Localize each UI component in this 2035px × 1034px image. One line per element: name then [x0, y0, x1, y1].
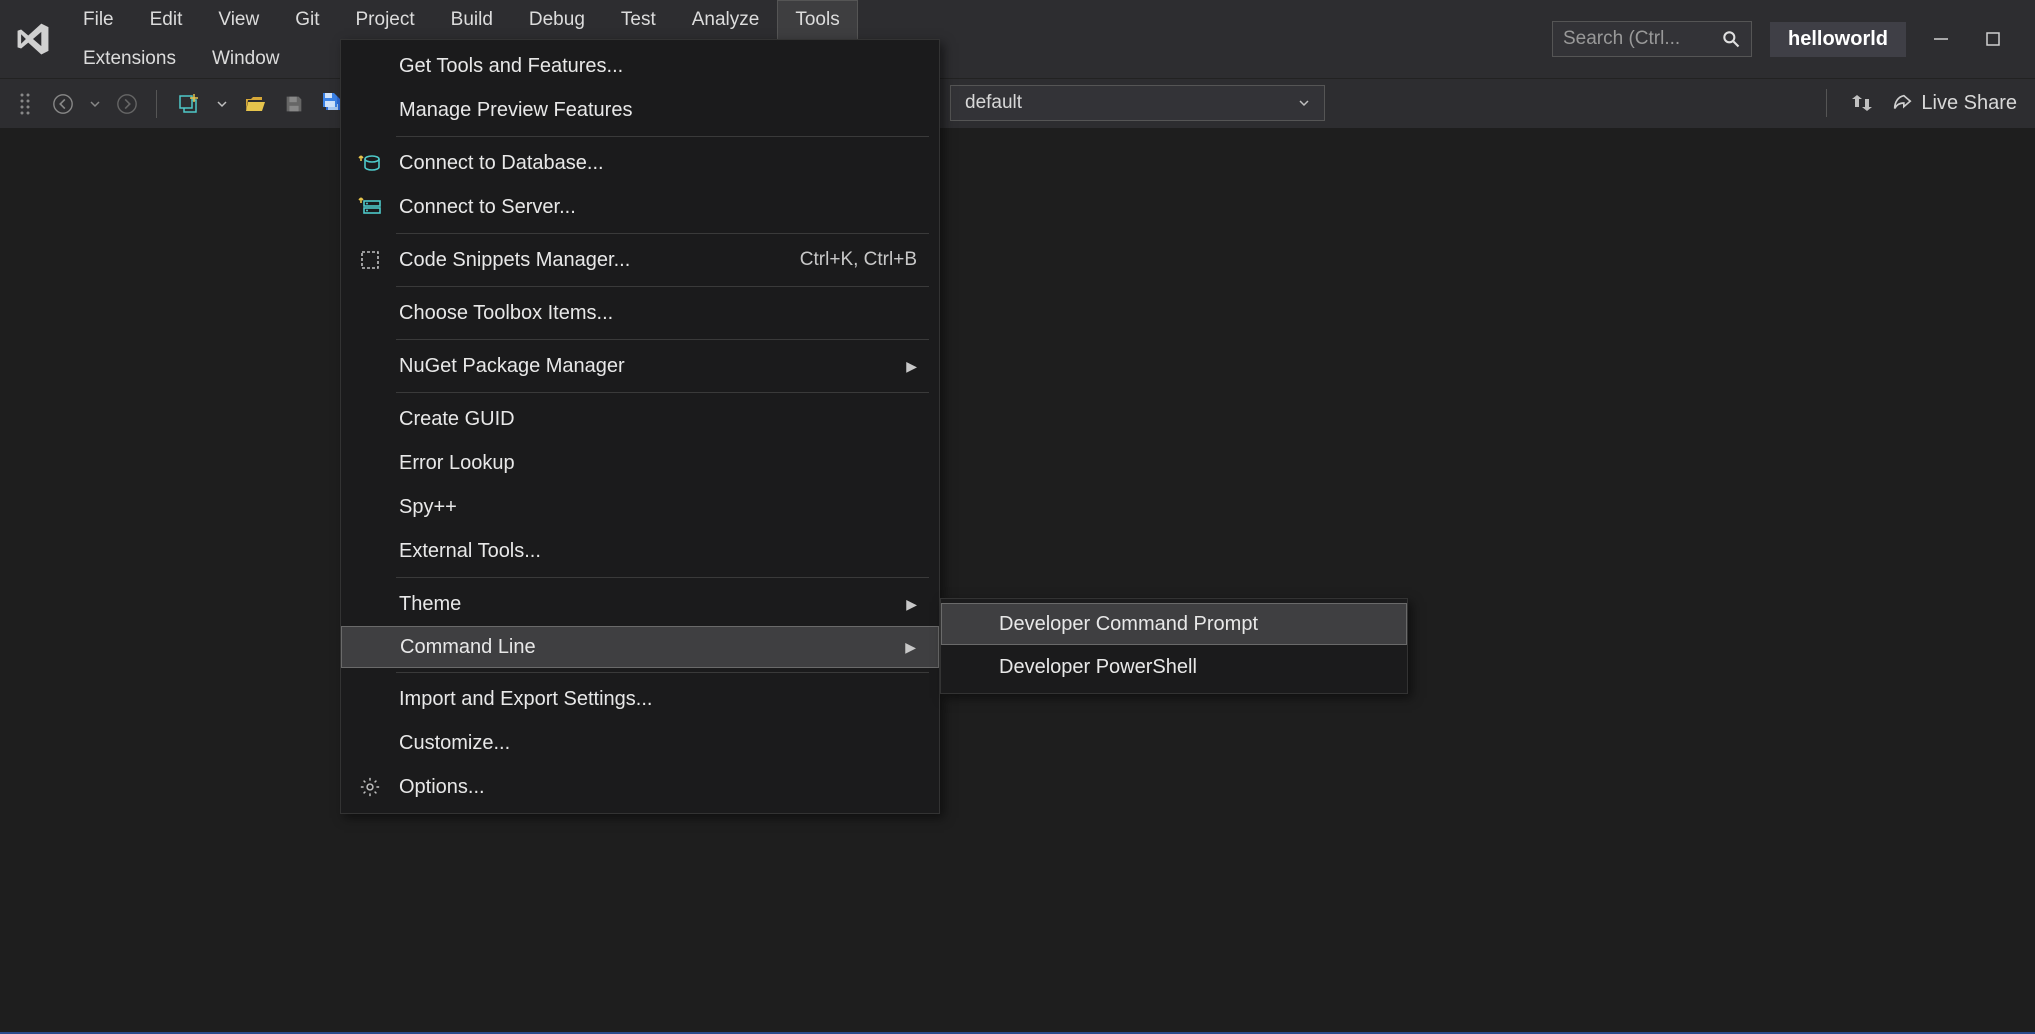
search-box[interactable]: Search (Ctrl... [1552, 21, 1752, 57]
visual-studio-icon [14, 20, 52, 58]
menu-item-label: Developer Command Prompt [999, 613, 1384, 636]
menu-item-label: External Tools... [399, 540, 917, 563]
chevron-down-icon [1298, 97, 1310, 109]
window-minimize-button[interactable] [1924, 22, 1958, 56]
menu-extensions[interactable]: Extensions [65, 39, 194, 78]
live-share-label: Live Share [1921, 92, 2017, 115]
live-share-button[interactable]: Live Share [1891, 92, 2017, 115]
server-icon [341, 195, 399, 219]
new-item-dropdown[interactable] [213, 86, 231, 122]
menu-item-label: Choose Toolbox Items... [399, 302, 917, 325]
solution-name[interactable]: helloworld [1770, 22, 1906, 57]
open-file-button[interactable] [239, 86, 271, 122]
toolbar-separator [1826, 89, 1827, 117]
editor-area [0, 128, 2035, 1034]
sync-icon[interactable] [1847, 85, 1877, 121]
menu-spy-plus-plus[interactable]: Spy++ [341, 485, 939, 529]
menu-item-label: Connect to Database... [399, 152, 917, 175]
live-share-icon [1891, 92, 1913, 114]
menu-get-tools-and-features[interactable]: Get Tools and Features... [341, 44, 939, 88]
menu-developer-command-prompt[interactable]: Developer Command Prompt [941, 603, 1407, 645]
menu-item-label: Import and Export Settings... [399, 688, 917, 711]
menubar-row-1: File Edit View Git Project Build Debug T… [65, 0, 1552, 39]
menu-item-label: Customize... [399, 732, 917, 755]
submenu-arrow-icon: ▶ [906, 358, 917, 375]
toolbar-separator [156, 90, 157, 118]
menu-developer-powershell[interactable]: Developer PowerShell [941, 645, 1407, 689]
save-button[interactable] [279, 86, 309, 122]
database-icon [341, 151, 399, 175]
menu-debug[interactable]: Debug [511, 0, 603, 39]
menu-item-label: Spy++ [399, 496, 917, 519]
menu-item-label: Code Snippets Manager... [399, 249, 800, 272]
menu-analyze[interactable]: Analyze [674, 0, 778, 39]
solution-config-value: default [965, 92, 1022, 114]
menu-view[interactable]: View [200, 0, 277, 39]
menu-theme[interactable]: Theme ▶ [341, 582, 939, 626]
menu-separator [396, 392, 929, 393]
menu-separator [396, 672, 929, 673]
titlebar-right: Search (Ctrl... helloworld [1552, 0, 2035, 78]
menu-item-label: Connect to Server... [399, 196, 917, 219]
menu-import-export-settings[interactable]: Import and Export Settings... [341, 677, 939, 721]
snippet-icon [341, 249, 399, 271]
menu-code-snippets-manager[interactable]: Code Snippets Manager... Ctrl+K, Ctrl+B [341, 238, 939, 282]
menu-item-label: Manage Preview Features [399, 99, 917, 122]
menu-separator [396, 577, 929, 578]
menu-item-label: Command Line [400, 636, 905, 659]
menu-connect-to-server[interactable]: Connect to Server... [341, 185, 939, 229]
menu-options[interactable]: Options... [341, 765, 939, 809]
menu-item-label: Error Lookup [399, 452, 917, 475]
menu-connect-to-database[interactable]: Connect to Database... [341, 141, 939, 185]
menu-nuget-package-manager[interactable]: NuGet Package Manager ▶ [341, 344, 939, 388]
submenu-arrow-icon: ▶ [906, 596, 917, 613]
menu-git[interactable]: Git [277, 0, 337, 39]
tools-menu-dropdown: Get Tools and Features... Manage Preview… [340, 39, 940, 814]
menu-item-label: Get Tools and Features... [399, 55, 917, 78]
gear-icon [341, 776, 399, 798]
drag-handle-icon[interactable] [10, 86, 40, 122]
menu-manage-preview-features[interactable]: Manage Preview Features [341, 88, 939, 132]
menu-separator [396, 233, 929, 234]
solution-config-dropdown[interactable]: default [950, 85, 1325, 121]
new-item-button[interactable] [171, 86, 205, 122]
menu-file[interactable]: File [65, 0, 132, 39]
menu-test[interactable]: Test [603, 0, 674, 39]
menu-item-label: Options... [399, 776, 917, 799]
nav-back-dropdown[interactable] [86, 86, 104, 122]
menu-external-tools[interactable]: External Tools... [341, 529, 939, 573]
search-icon [1721, 29, 1741, 49]
menu-item-label: NuGet Package Manager [399, 355, 906, 378]
menu-command-line[interactable]: Command Line ▶ [341, 626, 939, 668]
menu-item-shortcut: Ctrl+K, Ctrl+B [800, 249, 917, 271]
submenu-arrow-icon: ▶ [905, 639, 916, 656]
command-line-submenu: Developer Command Prompt Developer Power… [940, 598, 1408, 694]
menu-build[interactable]: Build [433, 0, 511, 39]
window-maximize-button[interactable] [1976, 22, 2010, 56]
menu-item-label: Create GUID [399, 408, 917, 431]
menu-tools[interactable]: Tools [777, 0, 857, 39]
menu-create-guid[interactable]: Create GUID [341, 397, 939, 441]
menu-customize[interactable]: Customize... [341, 721, 939, 765]
nav-back-button[interactable] [48, 86, 78, 122]
menu-separator [396, 136, 929, 137]
search-placeholder: Search (Ctrl... [1563, 28, 1680, 50]
nav-forward-button[interactable] [112, 86, 142, 122]
menu-item-label: Theme [399, 593, 906, 616]
menu-window[interactable]: Window [194, 39, 298, 78]
app-logo [0, 0, 65, 78]
menu-choose-toolbox-items[interactable]: Choose Toolbox Items... [341, 291, 939, 335]
titlebar: File Edit View Git Project Build Debug T… [0, 0, 2035, 78]
menu-separator [396, 286, 929, 287]
menu-error-lookup[interactable]: Error Lookup [341, 441, 939, 485]
menu-edit[interactable]: Edit [132, 0, 201, 39]
menu-item-label: Developer PowerShell [999, 656, 1385, 679]
menu-separator [396, 339, 929, 340]
menu-project[interactable]: Project [338, 0, 433, 39]
right-toolbar: Live Share [1820, 85, 2017, 121]
